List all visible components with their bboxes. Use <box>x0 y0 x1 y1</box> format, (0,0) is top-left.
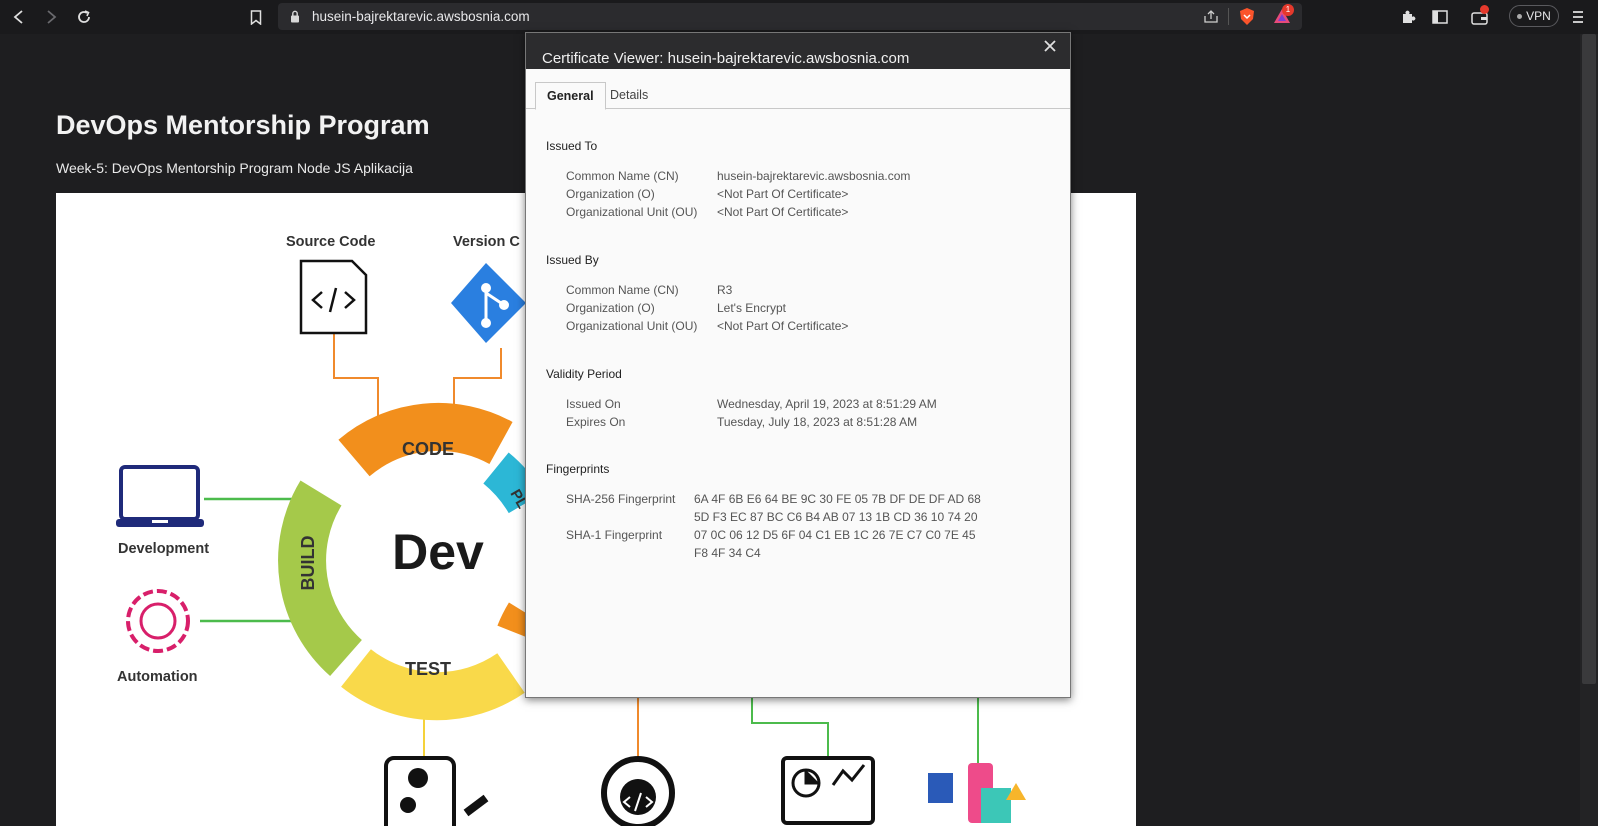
node-label-development: Development <box>118 541 210 557</box>
field-label: Organizational Unit (OU) <box>566 205 698 219</box>
tab-general[interactable]: General <box>535 82 606 110</box>
field-value: Wednesday, April 19, 2023 at 8:51:29 AM <box>717 397 937 411</box>
url-text[interactable]: husein-bajrektarevic.awsbosnia.com <box>312 9 530 24</box>
field-value: <Not Part Of Certificate> <box>717 205 849 219</box>
sha1-fingerprint-line: F8 4F 34 C4 <box>694 546 761 560</box>
wallet-button[interactable] <box>1468 5 1492 29</box>
field-label: Expires On <box>566 415 626 429</box>
brave-rewards-button[interactable]: 1 <box>1272 4 1296 27</box>
sha256-fingerprint-line: 5D F3 EC 87 BC C6 B4 AB 07 13 1B CD 36 1… <box>694 510 978 524</box>
dialog-title: Certificate Viewer: husein-bajrektarevic… <box>542 50 910 67</box>
reload-button[interactable] <box>72 5 96 29</box>
center-label-dev: Dev <box>392 524 484 580</box>
field-label: Organization (O) <box>566 187 655 201</box>
notification-badge: 1 <box>1282 4 1294 16</box>
page-title: DevOps Mentorship Program <box>56 110 430 140</box>
section-issued-by: Issued By <box>546 253 599 267</box>
tab-details[interactable]: Details <box>599 82 659 110</box>
field-value: R3 <box>717 283 733 297</box>
vpn-button[interactable]: VPN <box>1509 5 1559 27</box>
field-value: Let's Encrypt <box>717 301 786 315</box>
extensions-button[interactable] <box>1396 5 1420 29</box>
vpn-label: VPN <box>1526 9 1551 23</box>
forward-icon <box>47 10 57 24</box>
section-issued-to: Issued To <box>546 139 598 153</box>
field-label: Organization (O) <box>566 301 655 315</box>
field-label: Common Name (CN) <box>566 283 679 297</box>
vpn-status-dot <box>1517 13 1523 19</box>
reload-icon <box>78 10 90 23</box>
page-scrollbar-thumb[interactable] <box>1582 34 1596 684</box>
sidebar-button[interactable] <box>1428 5 1452 29</box>
sha1-fingerprint-line: 07 0C 06 12 D5 6F 04 C1 EB 1C 26 7E C7 C… <box>694 528 976 542</box>
close-button[interactable] <box>1044 37 1056 57</box>
field-label: SHA-1 Fingerprint <box>566 528 663 542</box>
node-label-automation: Automation <box>117 669 198 685</box>
field-value: Tuesday, July 18, 2023 at 8:51:28 AM <box>717 415 918 429</box>
bookmark-icon <box>250 9 262 25</box>
sha256-fingerprint-line: 6A 4F 6B E6 64 BE 9C 30 FE 05 7B DF DE D… <box>694 492 981 506</box>
sidebar-icon <box>1432 10 1448 24</box>
page-subtitle: Week-5: DevOps Mentorship Program Node J… <box>56 160 413 176</box>
node-label-version-control: Version C <box>453 234 520 250</box>
brave-shields-icon[interactable] <box>1238 7 1256 26</box>
field-label: Organizational Unit (OU) <box>566 319 698 333</box>
field-value: husein-bajrektarevic.awsbosnia.com <box>717 169 911 183</box>
ring-label-code: CODE <box>402 439 454 459</box>
address-bar[interactable]: husein-bajrektarevic.awsbosnia.com 1 <box>278 3 1302 30</box>
section-fingerprints: Fingerprints <box>546 462 610 476</box>
back-button[interactable] <box>7 5 31 29</box>
bookmark-button[interactable] <box>244 5 268 29</box>
lock-icon[interactable] <box>290 10 300 23</box>
certificate-viewer-dialog: Certificate Viewer: husein-bajrektarevic… <box>525 32 1071 698</box>
field-value: <Not Part Of Certificate> <box>717 187 849 201</box>
wallet-badge <box>1480 5 1489 14</box>
field-label: Common Name (CN) <box>566 169 679 183</box>
ring-label-test: TEST <box>405 659 451 679</box>
certificate-tabs: General Details <box>526 79 1070 110</box>
share-icon[interactable] <box>1203 9 1219 24</box>
node-label-source-code: Source Code <box>286 234 376 250</box>
ring-label-build: BUILD <box>298 536 318 591</box>
dialog-header: Certificate Viewer: husein-bajrektarevic… <box>526 33 1070 69</box>
field-label: SHA-256 Fingerprint <box>566 492 676 506</box>
back-icon <box>13 10 23 24</box>
browser-toolbar: husein-bajrektarevic.awsbosnia.com 1 VPN <box>0 0 1598 34</box>
field-label: Issued On <box>566 397 621 411</box>
puzzle-icon <box>1403 10 1416 23</box>
omnibox-divider <box>1228 8 1229 25</box>
forward-button[interactable] <box>39 5 63 29</box>
field-value: <Not Part Of Certificate> <box>717 319 849 333</box>
hamburger-menu-icon <box>1573 11 1583 23</box>
menu-button[interactable] <box>1566 5 1590 29</box>
close-icon <box>1044 40 1056 52</box>
section-validity-period: Validity Period <box>546 367 622 381</box>
